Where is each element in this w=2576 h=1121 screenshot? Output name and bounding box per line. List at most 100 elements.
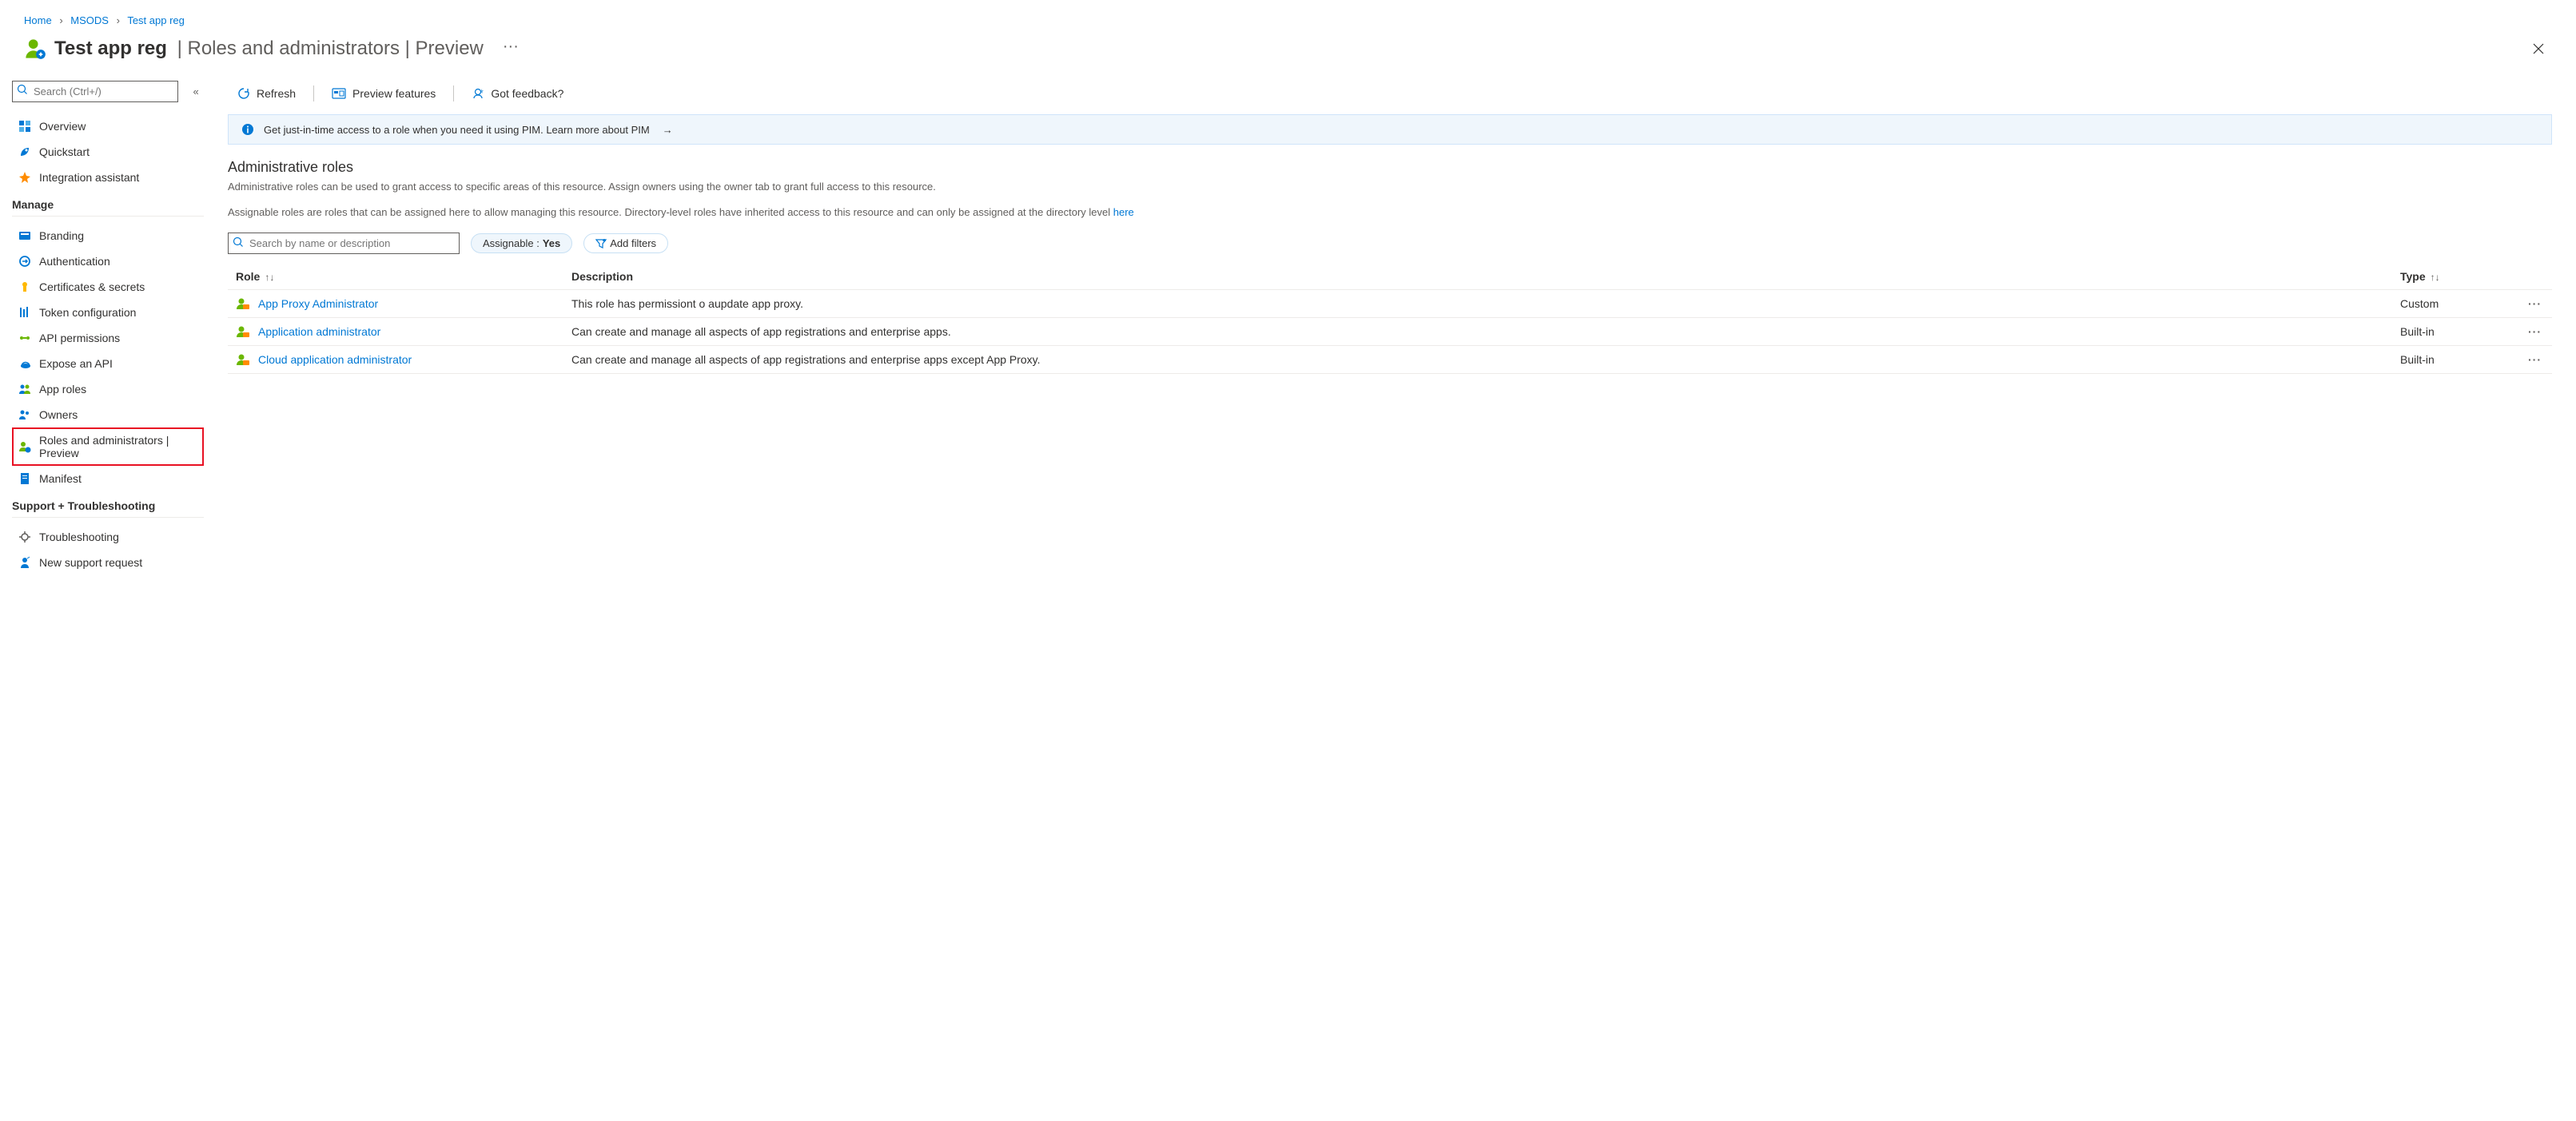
preview-features-label: Preview features	[352, 87, 436, 100]
sidebar-item-roles[interactable]: Roles and administrators | Preview	[12, 427, 204, 466]
roles-table: Role↑↓ Description Type↑↓ App Proxy Admi…	[228, 264, 2552, 374]
cert-icon	[18, 280, 31, 293]
sidebar-item-label: New support request	[39, 556, 142, 569]
section-desc-1: Administrative roles can be used to gran…	[228, 179, 2552, 195]
row-more-button[interactable]: ···	[2520, 290, 2552, 318]
sidebar-item-label: Manifest	[39, 472, 82, 485]
sidebar-item-approles[interactable]: App roles	[12, 376, 204, 402]
sidebar-item-label: Overview	[39, 120, 86, 133]
col-header-description[interactable]: Description	[563, 264, 2392, 290]
sidebar-item-expose[interactable]: Expose an API	[12, 351, 204, 376]
table-row[interactable]: App Proxy Administrator This role has per…	[228, 290, 2552, 318]
sidebar-item-integration[interactable]: Integration assistant	[12, 165, 204, 190]
sidebar-search[interactable]	[12, 81, 178, 102]
expose-icon	[18, 357, 31, 370]
add-filters-button[interactable]: Add filters	[583, 233, 668, 253]
role-icon	[236, 296, 250, 311]
chevron-right-icon: ›	[54, 14, 67, 26]
info-banner[interactable]: Get just-in-time access to a role when y…	[228, 114, 2552, 145]
quickstart-icon	[18, 145, 31, 158]
separator	[313, 85, 314, 101]
filter-assignable[interactable]: Assignable : Yes	[471, 233, 572, 253]
add-filters-label: Add filters	[610, 237, 656, 249]
role-name-link[interactable]: App Proxy Administrator	[258, 297, 378, 310]
role-description: Can create and manage all aspects of app…	[563, 346, 2392, 374]
role-type: Built-in	[2392, 318, 2520, 346]
page-title: Test app reg	[54, 38, 167, 60]
branding-icon	[18, 229, 31, 242]
col-header-role[interactable]: Role↑↓	[228, 264, 563, 290]
sidebar-item-owners[interactable]: Owners	[12, 402, 204, 427]
app-registration-icon	[24, 38, 46, 60]
role-description: Can create and manage all aspects of app…	[563, 318, 2392, 346]
token-icon	[18, 306, 31, 319]
breadcrumb-app[interactable]: Test app reg	[127, 14, 185, 26]
approles-icon	[18, 383, 31, 396]
refresh-label: Refresh	[257, 87, 296, 100]
sidebar-item-label: API permissions	[39, 332, 120, 344]
sidebar-search-input[interactable]	[12, 81, 178, 102]
filter-icon	[595, 239, 607, 248]
here-link[interactable]: here	[1113, 206, 1134, 218]
sidebar-item-quickstart[interactable]: Quickstart	[12, 139, 204, 165]
close-icon[interactable]	[2525, 38, 2552, 59]
sidebar-item-cert[interactable]: Certificates & secrets	[12, 274, 204, 300]
chevron-right-icon: ›	[112, 14, 125, 26]
search-icon	[233, 237, 244, 248]
sidebar-item-token[interactable]: Token configuration	[12, 300, 204, 325]
sort-icon: ↑↓	[2431, 272, 2440, 283]
sidebar-item-label: Quickstart	[39, 145, 90, 158]
sort-icon: ↑↓	[265, 272, 274, 283]
sidebar-item-troubleshoot[interactable]: Troubleshooting	[12, 524, 204, 550]
role-icon	[236, 352, 250, 367]
sidebar-item-branding[interactable]: Branding	[12, 223, 204, 248]
sidebar-item-label: Roles and administrators | Preview	[39, 434, 197, 459]
auth-icon	[18, 255, 31, 268]
section-desc-2: Assignable roles are roles that can be a…	[228, 205, 2552, 221]
role-name-link[interactable]: Application administrator	[258, 325, 380, 338]
sidebar-item-overview[interactable]: Overview	[12, 113, 204, 139]
row-more-button[interactable]: ···	[2520, 318, 2552, 346]
nav-header-manage: Manage	[12, 190, 204, 217]
sidebar-item-auth[interactable]: Authentication	[12, 248, 204, 274]
sidebar-item-label: Troubleshooting	[39, 531, 119, 543]
got-feedback-button[interactable]: Got feedback?	[462, 82, 573, 105]
page-title-bar: Test app reg | Roles and administrators …	[0, 30, 2576, 74]
role-name-link[interactable]: Cloud application administrator	[258, 353, 412, 366]
refresh-button[interactable]: Refresh	[228, 82, 305, 105]
more-icon[interactable]: ···	[503, 38, 519, 56]
support-icon	[18, 556, 31, 569]
manifest-icon	[18, 472, 31, 485]
breadcrumb-home[interactable]: Home	[24, 14, 52, 26]
info-banner-text: Get just-in-time access to a role when y…	[264, 124, 650, 136]
sidebar-item-label: Authentication	[39, 255, 110, 268]
sidebar-item-support[interactable]: New support request	[12, 550, 204, 575]
col-header-type[interactable]: Type↑↓	[2392, 264, 2520, 290]
role-description: This role has permissiont o aupdate app …	[563, 290, 2392, 318]
role-search-input[interactable]	[228, 233, 460, 254]
integration-icon	[18, 171, 31, 184]
page-subtitle: | Roles and administrators | Preview	[172, 38, 484, 60]
role-type: Built-in	[2392, 346, 2520, 374]
sidebar-item-manifest[interactable]: Manifest	[12, 466, 204, 491]
role-type: Custom	[2392, 290, 2520, 318]
separator	[453, 85, 454, 101]
table-row[interactable]: Application administrator Can create and …	[228, 318, 2552, 346]
filter-bar: Assignable : Yes Add filters	[228, 229, 2552, 259]
preview-features-button[interactable]: Preview features	[322, 82, 445, 105]
breadcrumb-msods[interactable]: MSODS	[70, 14, 109, 26]
sidebar-item-label: Token configuration	[39, 306, 136, 319]
row-more-button[interactable]: ···	[2520, 346, 2552, 374]
command-bar: Refresh Preview features Got feedback?	[228, 81, 2552, 114]
sidebar-item-label: Branding	[39, 229, 84, 242]
preview-icon	[332, 88, 346, 99]
table-row[interactable]: Cloud application administrator Can creat…	[228, 346, 2552, 374]
sidebar-item-label: App roles	[39, 383, 86, 396]
sidebar-item-api[interactable]: API permissions	[12, 325, 204, 351]
collapse-sidebar-icon[interactable]: «	[188, 85, 204, 97]
sidebar-item-label: Owners	[39, 408, 78, 421]
section-title: Administrative roles	[228, 159, 2552, 176]
role-icon	[236, 324, 250, 339]
api-icon	[18, 332, 31, 344]
role-search[interactable]	[228, 233, 460, 254]
